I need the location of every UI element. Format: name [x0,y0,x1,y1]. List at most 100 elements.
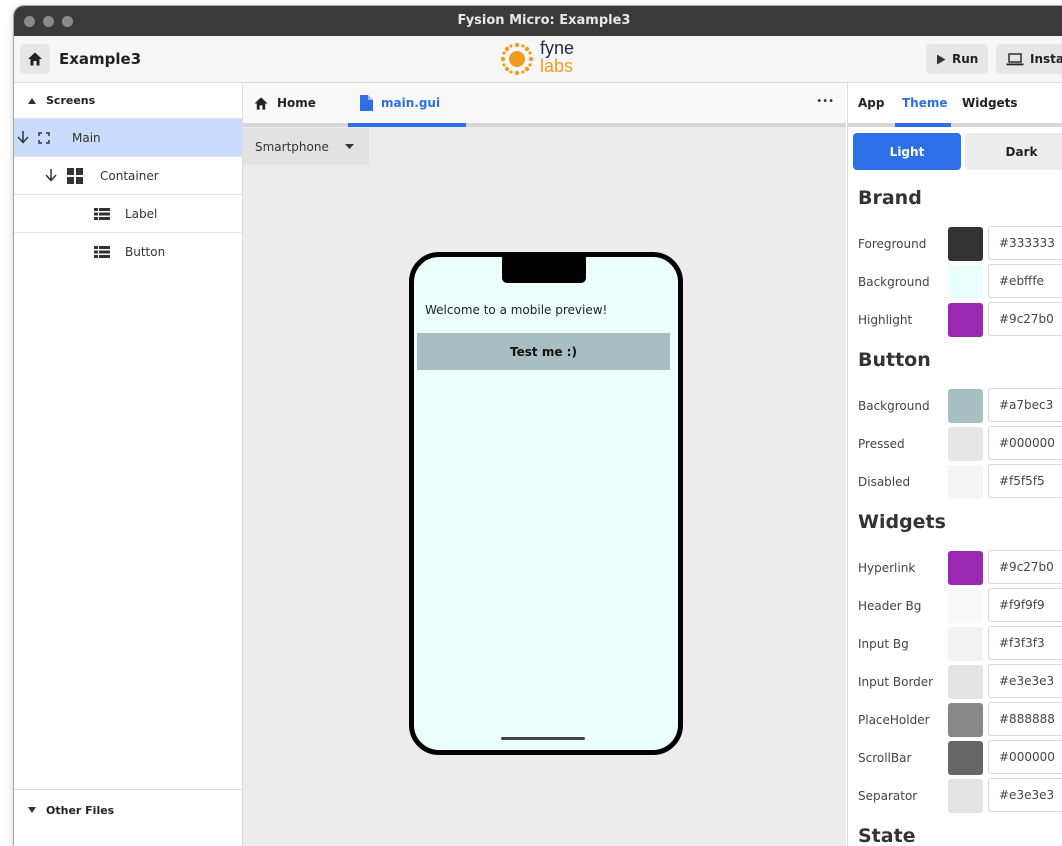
install-label: Install [1030,52,1062,66]
color-hex-input[interactable]: #9c27b0 [988,550,1062,584]
title-bar: Fysion Micro: Example3 [14,6,1062,36]
other-files-header[interactable]: Other Files [14,789,242,830]
color-swatch[interactable] [948,741,983,775]
widget-list-icon [94,208,110,220]
color-hex-input[interactable]: #f9f9f9 [988,588,1062,622]
color-label: Header Bg [858,599,922,613]
properties-panel: App Theme Widgets Light Dark Brand Foregr… [847,83,1062,846]
section-title-brand: Brand [858,187,922,209]
section-title-button: Button [858,349,931,371]
color-row: Background #ebfffe [848,264,1062,300]
tree-item-button[interactable]: Button [14,233,242,270]
tab-theme[interactable]: Theme [902,83,948,123]
color-hex-input[interactable]: #f5f5f5 [988,464,1062,498]
color-hex-input[interactable]: #888888 [988,702,1062,736]
chevron-down-icon [344,144,354,149]
color-label: Input Bg [858,637,909,651]
active-tab-indicator [895,123,951,127]
color-swatch[interactable] [948,779,983,813]
color-hex-input[interactable]: #ebfffe [988,264,1062,298]
dark-mode-button[interactable]: Dark [965,133,1062,170]
light-mode-button[interactable]: Light [853,133,961,170]
home-button[interactable] [20,44,50,74]
color-label: Pressed [858,437,905,451]
device-select-value: Smartphone [255,139,329,154]
logo-text-labs: labs [540,56,574,76]
expand-arrow-icon [45,169,57,182]
color-hex-input[interactable]: #9c27b0 [988,302,1062,336]
install-button[interactable]: Install [996,44,1062,74]
tab-home[interactable]: Home [253,83,316,123]
other-files-label: Other Files [46,803,115,817]
tab-home-label: Home [277,96,316,110]
color-hex-input[interactable]: #e3e3e3 [988,778,1062,812]
color-hex-input[interactable]: #000000 [988,740,1062,774]
color-hex-input[interactable]: #f3f3f3 [988,626,1062,660]
run-label: Run [952,52,979,66]
color-swatch[interactable] [948,427,983,461]
color-swatch[interactable] [948,389,983,423]
more-options-button[interactable]: ••• [816,83,834,121]
color-label: Background [858,399,930,413]
color-swatch[interactable] [948,227,983,261]
tree-item-container[interactable]: Container [14,157,242,195]
color-row: Pressed #000000 [848,426,1062,462]
color-row: Input Border #e3e3e3 [848,664,1062,700]
color-hex-input[interactable]: #e3e3e3 [988,664,1062,698]
project-title: Example3 [59,50,142,68]
color-row: PlaceHolder #888888 [848,702,1062,738]
home-icon [28,52,42,66]
tree-item-main-label: Main [72,130,101,145]
color-row: Input Bg #f3f3f3 [848,626,1062,662]
window-title: Fysion Micro: Example3 [457,13,631,28]
color-row: Separator #e3e3e3 [848,778,1062,814]
color-swatch[interactable] [948,551,983,585]
editor-tab-bar: Home main.gui ••• [243,83,846,127]
color-label: Input Border [858,675,934,689]
color-swatch[interactable] [948,627,983,661]
run-button[interactable]: Run [926,44,989,74]
play-icon [937,54,946,64]
color-swatch[interactable] [948,303,983,337]
logo-text-fyne: fyne [540,38,575,58]
color-row: Foreground #333333 [848,226,1062,262]
color-swatch[interactable] [948,589,983,623]
color-row: Hyperlink #9c27b0 [848,550,1062,586]
screens-header[interactable]: Screens [14,83,242,119]
fyne-labs-sun-icon [500,42,534,76]
preview-label: Welcome to a mobile preview! [425,303,608,317]
section-title-state: State [858,825,916,846]
grid-icon [67,168,83,184]
color-hex-input[interactable]: #000000 [988,426,1062,460]
color-hex-input[interactable]: #333333 [988,226,1062,260]
tab-widgets[interactable]: Widgets [962,83,1018,123]
active-tab-indicator [348,123,466,127]
tree-item-button-label: Button [125,244,166,259]
color-swatch[interactable] [948,665,983,699]
phone-preview: Welcome to a mobile preview! Test me :) [409,252,683,755]
main-toolbar: Example3 fyne labs Run Insta [14,36,1062,83]
preview-button[interactable]: Test me :) [417,333,670,370]
tree-item-container-label: Container [100,168,159,183]
fullscreen-icon [38,132,50,144]
color-swatch[interactable] [948,703,983,737]
collapse-arrow-icon [28,97,36,104]
color-label: Highlight [858,313,913,327]
file-icon [360,95,373,111]
expand-arrow-icon [28,807,36,813]
editor-area: Home main.gui ••• Smartphone Welcome to … [243,83,846,846]
tab-main-gui[interactable]: main.gui [360,83,440,123]
home-icon [254,96,268,110]
expand-arrow-icon [17,131,29,144]
tab-app[interactable]: App [858,83,884,123]
tree-item-main[interactable]: Main [14,119,242,157]
color-row: Disabled #f5f5f5 [848,464,1062,500]
color-hex-input[interactable]: #a7bec3 [988,388,1062,422]
color-swatch[interactable] [948,465,983,499]
color-swatch[interactable] [948,265,983,299]
device-select[interactable]: Smartphone [243,128,369,165]
color-row: Header Bg #f9f9f9 [848,588,1062,624]
screens-header-label: Screens [46,94,96,107]
color-label: Separator [858,789,918,803]
tree-item-label[interactable]: Label [14,195,242,233]
